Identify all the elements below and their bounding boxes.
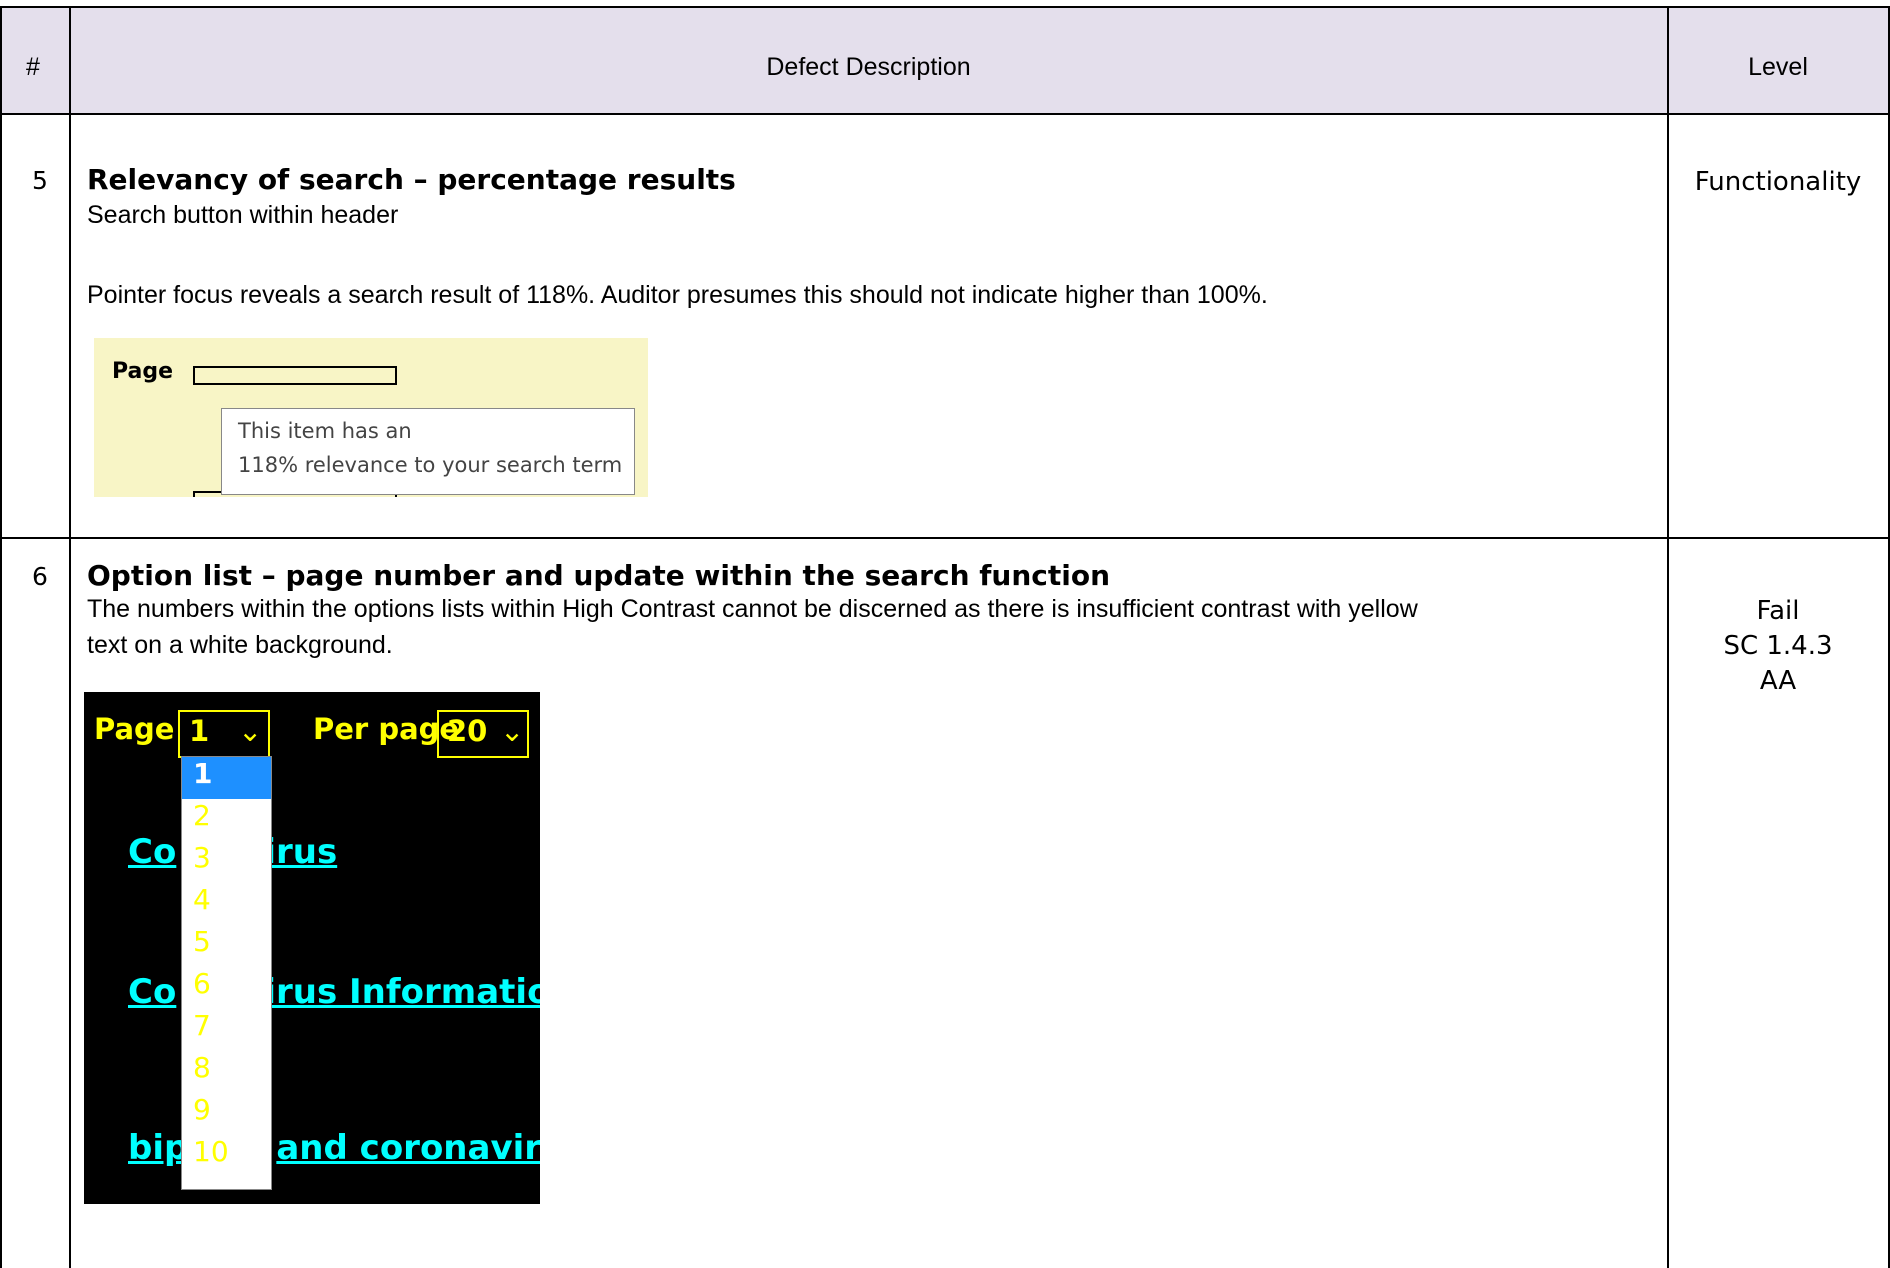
header-description: Defect Description (766, 53, 971, 81)
page-select[interactable]: 1 ⌄ (178, 710, 270, 758)
page-label: Page (94, 712, 175, 746)
row-6-level-sc: SC 1.4.3 (1723, 631, 1833, 661)
row-6-body-line-1: The numbers within the options lists wit… (87, 595, 1418, 623)
page-option[interactable]: 7 (182, 1009, 271, 1051)
page-option[interactable]: 1 (182, 757, 271, 799)
relevance-tooltip: This item has an 118% relevance to your … (221, 408, 635, 495)
row-5-title: Relevancy of search – percentage results (87, 163, 736, 196)
page-option[interactable]: 2 (182, 799, 271, 841)
col-divider-1 (69, 6, 71, 1268)
tooltip-line-2: 118% relevance to your search term (238, 453, 623, 477)
page-option[interactable]: 5 (182, 925, 271, 967)
row-5-subtitle: Search button within header (87, 201, 399, 229)
page-label: Page (112, 359, 174, 384)
defect-table: # Defect Description Level 5 Relevancy o… (0, 0, 1890, 1268)
page-dropdown-list: 1 2 3 4 5 6 7 8 9 10 (181, 756, 272, 1190)
row-6-level-aa: AA (1759, 666, 1797, 696)
row-divider (0, 537, 1890, 539)
row-6-level-fail: Fail (1756, 596, 1800, 626)
page-option[interactable]: 10 (182, 1135, 271, 1177)
row-6-body-line-2: text on a white background. (87, 631, 393, 659)
chevron-down-icon: ⌄ (238, 714, 263, 748)
tooltip-line-1: This item has an (238, 419, 412, 443)
row-6-title: Option list – page number and update wit… (87, 559, 1111, 592)
row-5-body: Pointer focus reveals a search result of… (87, 281, 1268, 309)
per-page-select[interactable]: 20 ⌄ (437, 710, 529, 758)
header-num: # (26, 53, 40, 81)
header-level: Level (1748, 53, 1808, 81)
chevron-down-icon: ⌄ (500, 714, 525, 748)
page-select-value: 1 (189, 714, 210, 748)
row-6-number: 6 (32, 562, 48, 591)
page-option[interactable]: 4 (182, 883, 271, 925)
per-page-select-value: 20 (447, 714, 488, 748)
table-top-border (0, 6, 1890, 8)
row-5-number: 5 (32, 166, 48, 195)
page-option[interactable]: 8 (182, 1051, 271, 1093)
relevance-tooltip-screenshot: Page This item has an 118% relevance to … (94, 338, 648, 497)
page-option[interactable]: 9 (182, 1093, 271, 1135)
page-option[interactable]: 6 (182, 967, 271, 1009)
high-contrast-screenshot: Page 1 ⌄ Per page 20 ⌄ Co irus Co irus Inf… (84, 692, 540, 1204)
header-divider (0, 113, 1890, 115)
page-input (193, 366, 397, 385)
left-border (0, 6, 2, 1268)
row-5-level: Functionality (1694, 167, 1862, 197)
page-option[interactable]: 3 (182, 841, 271, 883)
